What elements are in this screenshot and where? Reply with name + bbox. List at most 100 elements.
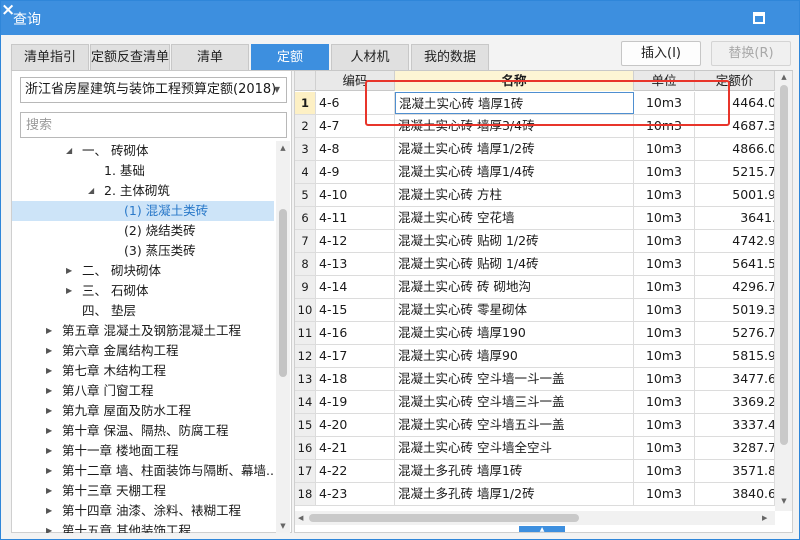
collapsed-arrow-icon[interactable]: ▶ [66, 281, 72, 301]
tree-node[interactable]: ▶ 第十五章 其他装饰工程 [12, 521, 274, 533]
column-header-unit[interactable]: 单位 [634, 71, 695, 91]
table-row[interactable]: 3 4-8 混凝土实心砖 墙厚1/2砖 10m3 4866.0 [295, 138, 775, 161]
unit-cell[interactable]: 10m3 [634, 299, 695, 321]
table-vertical-scrollbar[interactable]: ▲ ▼ [775, 71, 792, 511]
tree-node[interactable]: 1. 基础 [12, 161, 274, 181]
table-row[interactable]: 13 4-18 混凝土实心砖 空斗墙一斗一盖 10m3 3477.6 [295, 368, 775, 391]
tree-node[interactable]: ▶ 第六章 金属结构工程 [12, 341, 274, 361]
scroll-up-icon[interactable]: ▲ [775, 73, 792, 81]
table-row[interactable]: 16 4-21 混凝土实心砖 空斗墙全空斗 10m3 3287.7 [295, 437, 775, 460]
collapsed-arrow-icon[interactable]: ▶ [46, 381, 52, 401]
table-row[interactable]: 11 4-16 混凝土实心砖 墙厚190 10m3 5276.7 [295, 322, 775, 345]
code-cell[interactable]: 4-7 [316, 115, 395, 137]
price-cell[interactable]: 4296.7 [695, 276, 775, 298]
price-cell[interactable]: 3641. [695, 207, 775, 229]
table-horizontal-scrollbar[interactable]: ◀ ▶ [295, 511, 775, 525]
tree-node[interactable]: ▶ 第九章 屋面及防水工程 [12, 401, 274, 421]
unit-cell[interactable]: 10m3 [634, 115, 695, 137]
scroll-right-icon[interactable]: ▶ [762, 511, 767, 525]
tab-list[interactable]: 清单 [171, 44, 249, 70]
tree-node[interactable]: ▶ 第七章 木结构工程 [12, 361, 274, 381]
table-row[interactable]: 2 4-7 混凝土实心砖 墙厚3/4砖 10m3 4687.3 [295, 115, 775, 138]
tree-scrollbar[interactable]: ▲ ▼ [276, 141, 290, 533]
tree-node-selected[interactable]: (1) 混凝土类砖 [12, 201, 274, 221]
collapsed-arrow-icon[interactable]: ▶ [46, 401, 52, 421]
code-cell[interactable]: 4-18 [316, 368, 395, 390]
tree-node[interactable]: ▶ 第五章 混凝土及钢筋混凝土工程 [12, 321, 274, 341]
expanded-arrow-icon[interactable]: ◢ [88, 181, 94, 201]
column-header-price[interactable]: 定额价 [695, 71, 775, 91]
norm-library-select[interactable]: 浙江省房屋建筑与装饰工程预算定额(2018) ▼ [20, 77, 287, 103]
table-vscroll-thumb[interactable] [780, 85, 788, 445]
tab-labor-material-machine[interactable]: 人材机 [331, 44, 409, 70]
price-cell[interactable]: 5019.3 [695, 299, 775, 321]
name-cell[interactable]: 混凝土实心砖 空斗墙五斗一盖 [395, 414, 634, 436]
unit-cell[interactable]: 10m3 [634, 184, 695, 206]
price-cell[interactable]: 5215.7 [695, 161, 775, 183]
unit-cell[interactable]: 10m3 [634, 92, 695, 114]
column-header-code[interactable]: 编码 [316, 71, 395, 91]
tree-node[interactable]: ◢ 一、 砖砌体 [12, 141, 274, 161]
collapsed-arrow-icon[interactable]: ▶ [46, 361, 52, 381]
column-header-name[interactable]: 名称 [395, 71, 634, 91]
code-cell[interactable]: 4-16 [316, 322, 395, 344]
tab-norm[interactable]: 定额 [251, 44, 329, 70]
collapsed-arrow-icon[interactable]: ▶ [66, 261, 72, 281]
price-cell[interactable]: 4464.0 [695, 92, 775, 114]
collapsed-arrow-icon[interactable]: ▶ [46, 461, 52, 481]
tree-node[interactable]: ▶ 第十三章 天棚工程 [12, 481, 274, 501]
price-cell[interactable]: 3369.2 [695, 391, 775, 413]
price-cell[interactable]: 4866.0 [695, 138, 775, 160]
name-cell[interactable]: 混凝土实心砖 空斗墙全空斗 [395, 437, 634, 459]
code-cell[interactable]: 4-13 [316, 253, 395, 275]
collapsed-arrow-icon[interactable]: ▶ [46, 501, 52, 521]
table-row-selected[interactable]: 1 4-6 混凝土实心砖 墙厚1砖 10m3 4464.0 [295, 92, 775, 115]
price-cell[interactable]: 5641.5 [695, 253, 775, 275]
price-cell[interactable]: 5276.7 [695, 322, 775, 344]
tab-norm-reverse-lookup[interactable]: 定额反查清单 [90, 44, 170, 70]
price-cell[interactable]: 3571.8 [695, 460, 775, 482]
tree-node[interactable]: ▶ 第十章 保温、隔热、防腐工程 [12, 421, 274, 441]
tree-node[interactable]: ▶ 第十一章 楼地面工程 [12, 441, 274, 461]
panel-expand-grip[interactable]: ▲ [519, 526, 565, 532]
unit-cell[interactable]: 10m3 [634, 414, 695, 436]
name-cell[interactable]: 混凝土实心砖 墙厚90 [395, 345, 634, 367]
code-cell[interactable]: 4-10 [316, 184, 395, 206]
price-cell[interactable]: 3287.7 [695, 437, 775, 459]
code-cell[interactable]: 4-8 [316, 138, 395, 160]
tree-node[interactable]: ▶ 二、 砌块砌体 [12, 261, 274, 281]
table-row[interactable]: 12 4-17 混凝土实心砖 墙厚90 10m3 5815.9 [295, 345, 775, 368]
name-cell[interactable]: 混凝土实心砖 墙厚1砖 [395, 92, 634, 114]
unit-cell[interactable]: 10m3 [634, 253, 695, 275]
unit-cell[interactable]: 10m3 [634, 345, 695, 367]
name-cell[interactable]: 混凝土实心砖 空斗墙三斗一盖 [395, 391, 634, 413]
table-row[interactable]: 4 4-9 混凝土实心砖 墙厚1/4砖 10m3 5215.7 [295, 161, 775, 184]
unit-cell[interactable]: 10m3 [634, 230, 695, 252]
chevron-down-icon[interactable]: ▼ [274, 78, 280, 102]
table-row[interactable]: 8 4-13 混凝土实心砖 贴砌 1/4砖 10m3 5641.5 [295, 253, 775, 276]
insert-button[interactable]: 插入(I) [621, 41, 701, 66]
name-cell[interactable]: 混凝土多孔砖 墙厚1砖 [395, 460, 634, 482]
unit-cell[interactable]: 10m3 [634, 391, 695, 413]
price-cell[interactable]: 4742.9 [695, 230, 775, 252]
unit-cell[interactable]: 10m3 [634, 207, 695, 229]
code-cell[interactable]: 4-22 [316, 460, 395, 482]
tab-list-guide[interactable]: 清单指引 [11, 44, 89, 70]
name-cell[interactable]: 混凝土多孔砖 墙厚1/2砖 [395, 483, 634, 505]
replace-button[interactable]: 替换(R) [711, 41, 791, 66]
price-cell[interactable]: 4687.3 [695, 115, 775, 137]
tree-node[interactable]: ▶ 第八章 门窗工程 [12, 381, 274, 401]
tree-node[interactable]: ▶ 第十二章 墙、柱面装饰与隔断、幕墙... [12, 461, 274, 481]
scroll-up-icon[interactable]: ▲ [276, 141, 290, 155]
name-cell[interactable]: 混凝土实心砖 空斗墙一斗一盖 [395, 368, 634, 390]
search-input[interactable] [20, 112, 287, 138]
table-hscroll-thumb[interactable] [309, 514, 579, 522]
code-cell[interactable]: 4-23 [316, 483, 395, 505]
name-cell[interactable]: 混凝土实心砖 墙厚1/4砖 [395, 161, 634, 183]
maximize-icon[interactable] [753, 12, 765, 24]
name-cell[interactable]: 混凝土实心砖 墙厚3/4砖 [395, 115, 634, 137]
table-row[interactable]: 15 4-20 混凝土实心砖 空斗墙五斗一盖 10m3 3337.4 [295, 414, 775, 437]
name-cell[interactable]: 混凝土实心砖 空花墙 [395, 207, 634, 229]
table-row[interactable]: 17 4-22 混凝土多孔砖 墙厚1砖 10m3 3571.8 [295, 460, 775, 483]
table-row[interactable]: 5 4-10 混凝土实心砖 方柱 10m3 5001.9 [295, 184, 775, 207]
